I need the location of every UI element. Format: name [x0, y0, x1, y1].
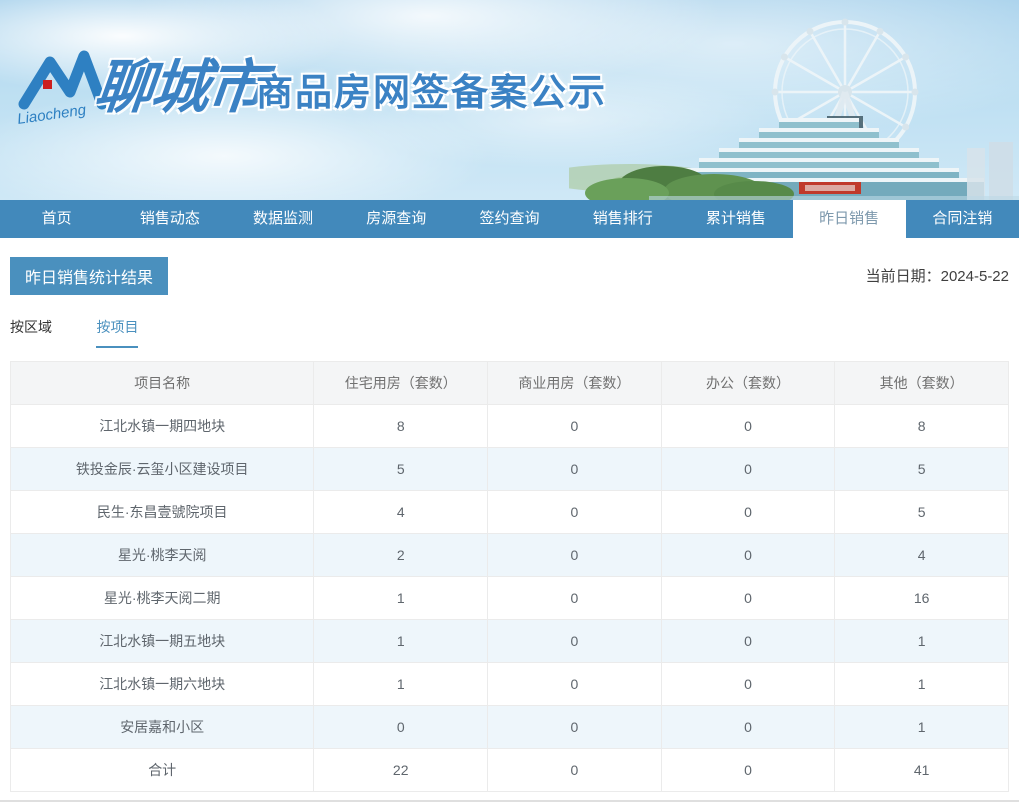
count-cell: 0 [660, 533, 836, 577]
main-content: 昨日销售统计结果 当前日期：2024-5-22 按区域 按项目 项目名称 住宅用房… [0, 238, 1019, 792]
count-cell: 0 [487, 576, 662, 620]
count-cell: 1 [834, 705, 1009, 749]
nav-item-8[interactable]: 合同注销 [906, 200, 1019, 238]
count-cell: 2 [313, 533, 489, 577]
count-cell: 5 [834, 490, 1009, 534]
table-row-8: 合计 22 0 0 41 [9, 748, 1009, 792]
table-row-4: 星光·桃李天阅二期 1 0 0 16 [9, 576, 1009, 620]
nav-item-3[interactable]: 房源查询 [340, 200, 453, 238]
banner-city-name: 聊城市 [92, 55, 267, 120]
project-name-cell: 铁投金辰·云玺小区建设项目 [9, 447, 315, 491]
count-cell: 1 [313, 662, 489, 706]
count-cell: 4 [313, 490, 489, 534]
table-row-5: 江北水镇一期五地块 1 0 0 1 [9, 619, 1009, 663]
count-cell: 0 [487, 705, 662, 749]
nav-item-1[interactable]: 销售动态 [113, 200, 226, 238]
table-body: 江北水镇一期四地块 8 0 0 8 铁投金辰·云玺小区建设项目 5 0 0 5 民生·东昌壹號院项目… [9, 404, 1009, 792]
project-name-cell: 民生·东昌壹號院项目 [9, 490, 315, 534]
count-cell: 0 [487, 447, 662, 491]
count-cell: 0 [487, 533, 662, 577]
count-cell: 0 [487, 748, 662, 792]
table-header-row: 项目名称 住宅用房（套数） 商业用房（套数） 办公（套数） 其他（套数） [9, 361, 1009, 405]
table-row-1: 铁投金辰·云玺小区建设项目 5 0 0 5 [9, 447, 1009, 491]
count-cell: 0 [487, 662, 662, 706]
table-row-3: 星光·桃李天阅 2 0 0 4 [9, 533, 1009, 577]
page-bottom-divider [0, 800, 1019, 802]
tab-by-project[interactable]: 按项目 [96, 317, 139, 348]
count-cell: 0 [660, 748, 836, 792]
count-cell: 0 [660, 705, 836, 749]
count-cell: 1 [313, 619, 489, 663]
column-header-1: 住宅用房（套数） [313, 361, 489, 405]
page: Liaocheng 聊城市 商品房网签备案公示 首页 销售动态 数据监测 房源查询 签约… [0, 0, 1019, 811]
nav-item-5[interactable]: 销售排行 [566, 200, 679, 238]
count-cell: 0 [660, 662, 836, 706]
banner-site-title: 商品房网签备案公示 [256, 72, 607, 113]
column-header-0: 项目名称 [9, 361, 315, 405]
view-tabs: 按区域 按项目 [10, 317, 1009, 348]
count-cell: 8 [834, 404, 1009, 448]
project-name-cell: 安居嘉和小区 [9, 705, 315, 749]
count-cell: 0 [660, 404, 836, 448]
count-cell: 5 [313, 447, 489, 491]
count-cell: 0 [487, 619, 662, 663]
nav-item-7[interactable]: 昨日销售 [792, 200, 906, 238]
count-cell: 1 [313, 576, 489, 620]
count-cell: 0 [487, 404, 662, 448]
city-photo [569, 18, 1019, 200]
tab-by-region[interactable]: 按区域 [10, 317, 52, 346]
project-name-cell: 星光·桃李天阅二期 [9, 576, 315, 620]
count-cell: 22 [313, 748, 489, 792]
nav-item-2[interactable]: 数据监测 [226, 200, 339, 238]
count-cell: 0 [660, 619, 836, 663]
count-cell: 5 [834, 447, 1009, 491]
count-cell: 0 [660, 447, 836, 491]
table-row-6: 江北水镇一期六地块 1 0 0 1 [9, 662, 1009, 706]
nav-item-0[interactable]: 首页 [0, 200, 113, 238]
nav-item-6[interactable]: 累计销售 [679, 200, 792, 238]
current-date: 当前日期：2024-5-22 [865, 268, 1009, 285]
section-title: 昨日销售统计结果 [10, 257, 169, 295]
logo-red-square [43, 80, 52, 89]
count-cell: 0 [660, 576, 836, 620]
banner: Liaocheng 聊城市 商品房网签备案公示 [0, 0, 1019, 200]
project-name-cell: 江北水镇一期六地块 [9, 662, 315, 706]
count-cell: 0 [487, 490, 662, 534]
nav-item-4[interactable]: 签约查询 [453, 200, 566, 238]
column-header-2: 商业用房（套数） [487, 361, 662, 405]
nav-bar: 首页 销售动态 数据监测 房源查询 签约查询 销售排行 累计销售 昨日销售 合同注销 [0, 200, 1019, 238]
count-cell: 16 [834, 576, 1009, 620]
count-cell: 4 [834, 533, 1009, 577]
table-row-0: 江北水镇一期四地块 8 0 0 8 [9, 404, 1009, 448]
project-name-cell: 江北水镇一期四地块 [9, 404, 315, 448]
count-cell: 1 [834, 619, 1009, 663]
project-name-cell: 合计 [9, 748, 315, 792]
table-row-7: 安居嘉和小区 0 0 0 1 [9, 705, 1009, 749]
count-cell: 41 [834, 748, 1009, 792]
count-cell: 0 [313, 705, 489, 749]
column-header-4: 其他（套数） [834, 361, 1009, 405]
table-row-2: 民生·东昌壹號院项目 4 0 0 5 [9, 490, 1009, 534]
sales-table: 项目名称 住宅用房（套数） 商业用房（套数） 办公（套数） 其他（套数） 江北水镇一期四… [9, 361, 1009, 792]
count-cell: 8 [313, 404, 489, 448]
project-name-cell: 江北水镇一期五地块 [9, 619, 315, 663]
project-name-cell: 星光·桃李天阅 [9, 533, 315, 577]
count-cell: 0 [660, 490, 836, 534]
column-header-3: 办公（套数） [660, 361, 836, 405]
count-cell: 1 [834, 662, 1009, 706]
